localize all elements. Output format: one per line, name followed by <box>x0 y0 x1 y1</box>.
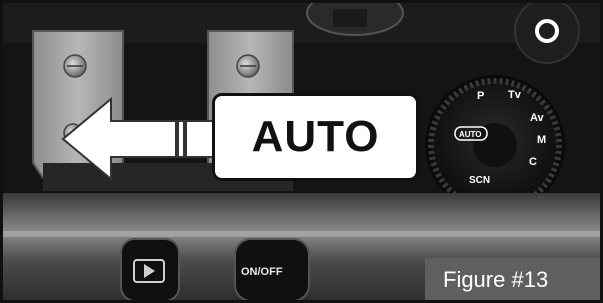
power-button-label: ON/OFF <box>241 266 283 278</box>
dial-mode-p: P <box>477 90 484 102</box>
dial-mode-tv: Tv <box>508 89 522 101</box>
figure-frame: P Tv Av M C SCN AUTO ON/OFF AUTO Figure … <box>0 0 603 303</box>
svg-text:AUTO: AUTO <box>459 130 482 139</box>
figure-caption-text: Figure #13 <box>443 266 549 292</box>
dial-mode-scn: SCN <box>469 175 490 186</box>
auto-callout-label: AUTO <box>251 112 380 161</box>
auto-callout: AUTO <box>212 93 419 181</box>
figure-caption: Figure #13 <box>425 258 600 300</box>
dial-mode-c: C <box>529 156 537 168</box>
record-button-icon <box>514 3 580 64</box>
dial-mode-av: Av <box>530 112 545 124</box>
playback-button-icon <box>120 238 180 300</box>
dial-mode-m: M <box>537 134 546 146</box>
